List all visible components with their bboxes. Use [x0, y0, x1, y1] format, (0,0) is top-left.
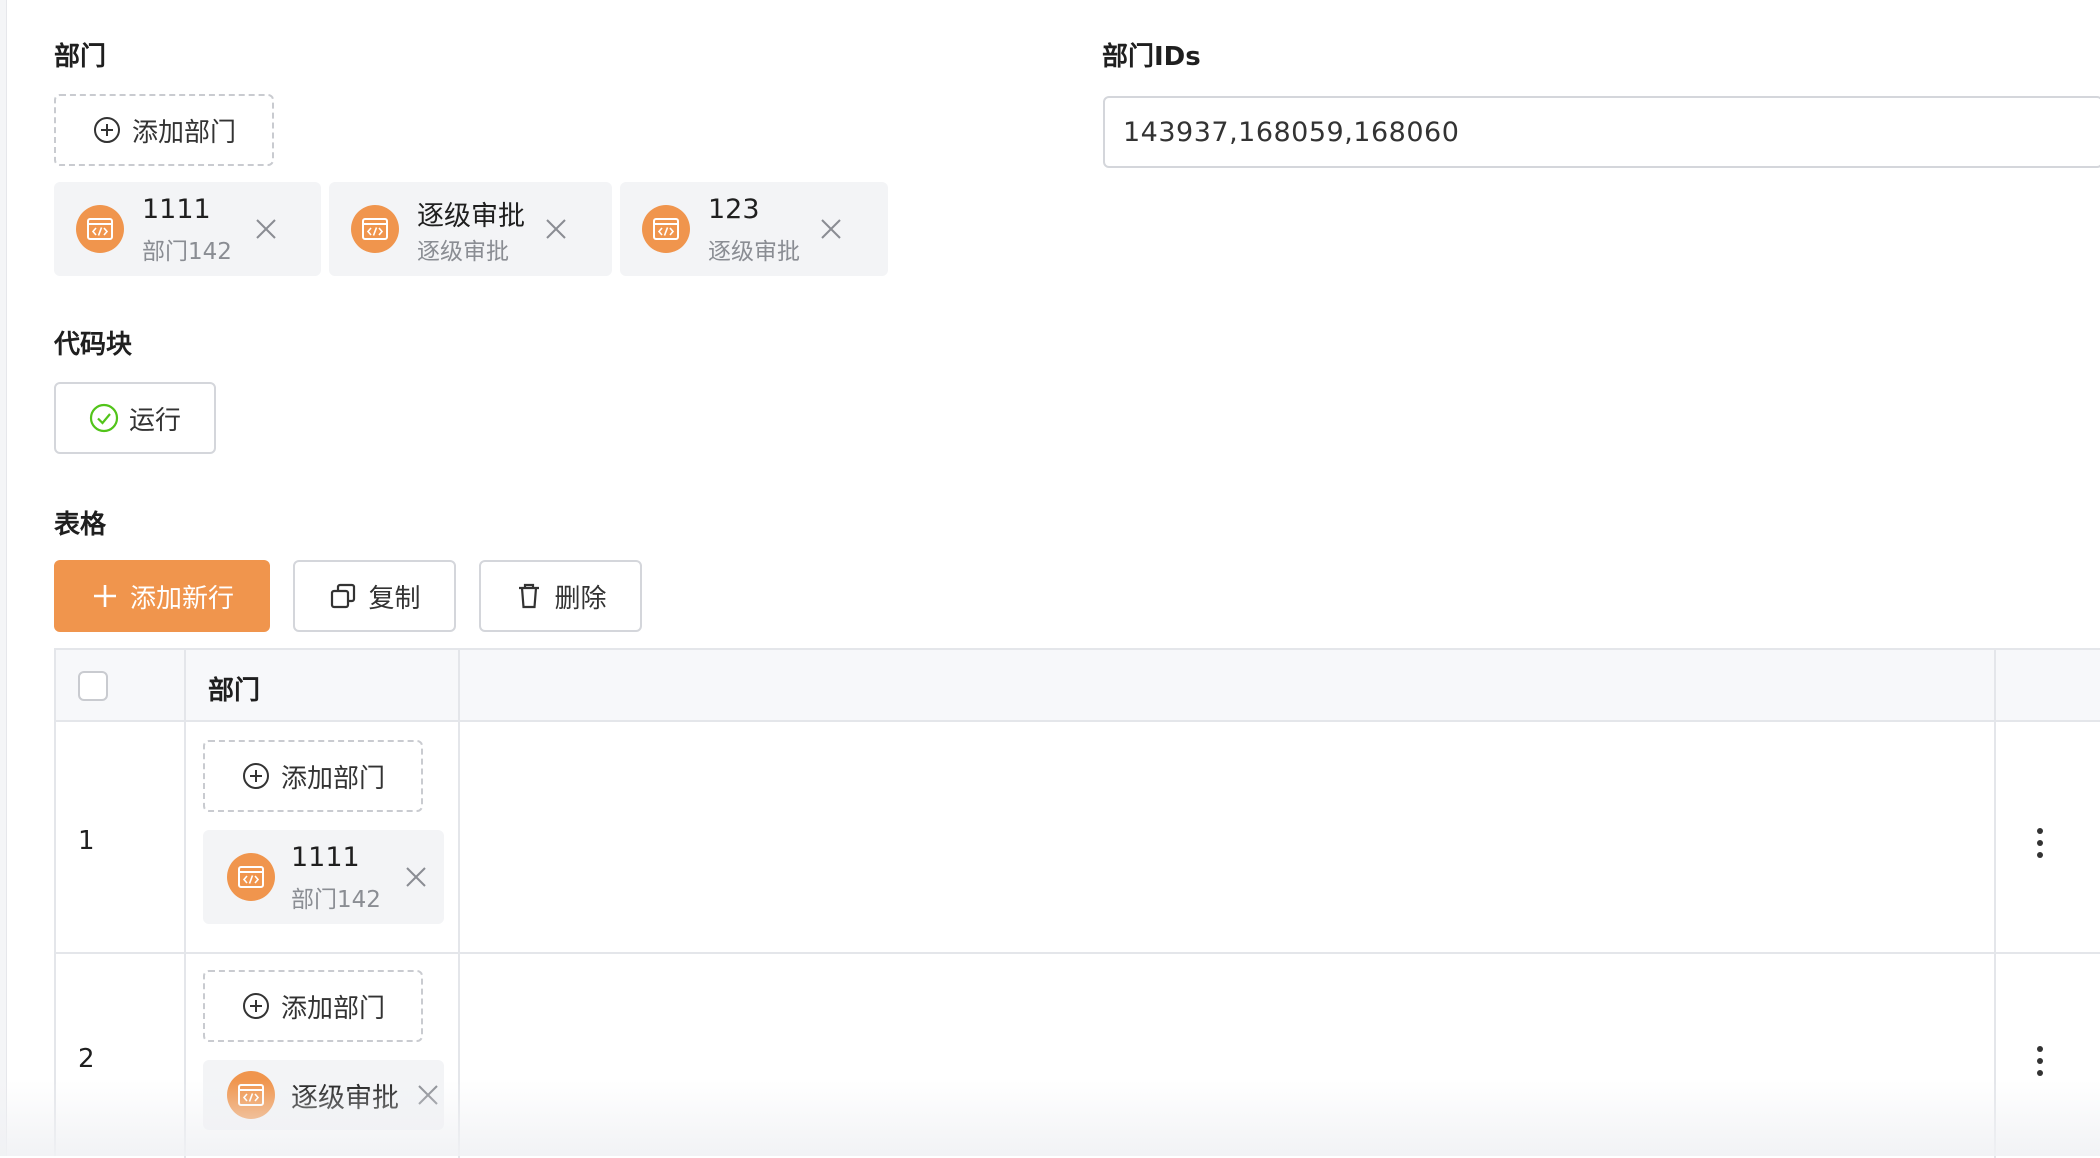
code-icon [642, 205, 690, 253]
department-chip: 1111 部门142 [203, 830, 444, 924]
add-row-button[interactable]: 添加新行 [54, 560, 270, 632]
department-ids-input[interactable]: 143937,168059,168060 [1103, 96, 2100, 168]
run-label: 运行 [128, 405, 181, 436]
close-icon[interactable] [818, 216, 844, 242]
column-divider [458, 650, 460, 1158]
code-block-label: 代码块 [54, 330, 133, 360]
row-index: 2 [78, 1044, 95, 1074]
add-department-button[interactable]: 添加部门 [203, 970, 423, 1042]
sub-table: 部门 1 添加部门 1111 部门142 2 添加部门 逐级审批 [54, 648, 2100, 1158]
left-panel-edge [0, 0, 7, 1156]
chip-subtitle: 逐级审批 [708, 239, 800, 265]
department-chip: 逐级审批 逐级审批 [329, 182, 612, 276]
chip-subtitle: 部门142 [142, 239, 232, 265]
check-circle-icon [89, 403, 119, 433]
delete-label: 删除 [554, 583, 607, 614]
chip-title: 逐级审批 [291, 1083, 399, 1114]
plus-circle-icon [241, 761, 271, 791]
code-icon [351, 205, 399, 253]
add-department-button[interactable]: 添加部门 [203, 740, 423, 812]
trash-icon [514, 581, 544, 611]
chip-title: 逐级审批 [417, 201, 525, 232]
add-department-label: 添加部门 [131, 117, 236, 148]
delete-button[interactable]: 删除 [479, 560, 642, 632]
more-vertical-icon[interactable] [2036, 1046, 2044, 1076]
department-chip: 123 逐级审批 [620, 182, 888, 276]
close-icon[interactable] [543, 216, 569, 242]
column-header-department: 部门 [208, 676, 261, 706]
run-button[interactable]: 运行 [54, 382, 216, 454]
close-icon[interactable] [415, 1082, 441, 1108]
chip-subtitle: 部门142 [291, 887, 381, 913]
copy-label: 复制 [368, 583, 421, 614]
chip-title: 123 [708, 194, 760, 225]
code-icon [227, 1071, 275, 1119]
code-icon [76, 205, 124, 253]
add-department-label: 添加部门 [280, 993, 385, 1024]
more-vertical-icon[interactable] [2036, 828, 2044, 858]
department-ids-value: 143937,168059,168060 [1123, 116, 1460, 148]
close-icon[interactable] [403, 864, 429, 890]
copy-button[interactable]: 复制 [293, 560, 456, 632]
code-icon [227, 853, 275, 901]
column-divider [1994, 650, 1996, 1158]
chip-subtitle: 逐级审批 [417, 239, 509, 265]
department-label: 部门 [54, 42, 107, 72]
chip-title: 1111 [291, 842, 360, 873]
department-ids-label: 部门IDs [1102, 42, 1201, 72]
plus-circle-icon [241, 991, 271, 1021]
plus-icon [90, 581, 120, 611]
add-department-label: 添加部门 [280, 763, 385, 794]
column-divider [184, 650, 186, 1158]
row-index: 1 [78, 826, 95, 856]
department-chip: 1111 部门142 [54, 182, 321, 276]
copy-icon [328, 581, 358, 611]
add-row-label: 添加新行 [129, 583, 234, 614]
row-divider [56, 952, 2100, 954]
plus-circle-icon [92, 115, 122, 145]
table-header: 部门 [56, 650, 2100, 722]
table-label: 表格 [54, 510, 107, 540]
chip-title: 1111 [142, 194, 211, 225]
select-all-checkbox[interactable] [78, 671, 108, 701]
close-icon[interactable] [253, 216, 279, 242]
department-chip: 逐级审批 [203, 1060, 444, 1130]
add-department-button[interactable]: 添加部门 [54, 94, 274, 166]
